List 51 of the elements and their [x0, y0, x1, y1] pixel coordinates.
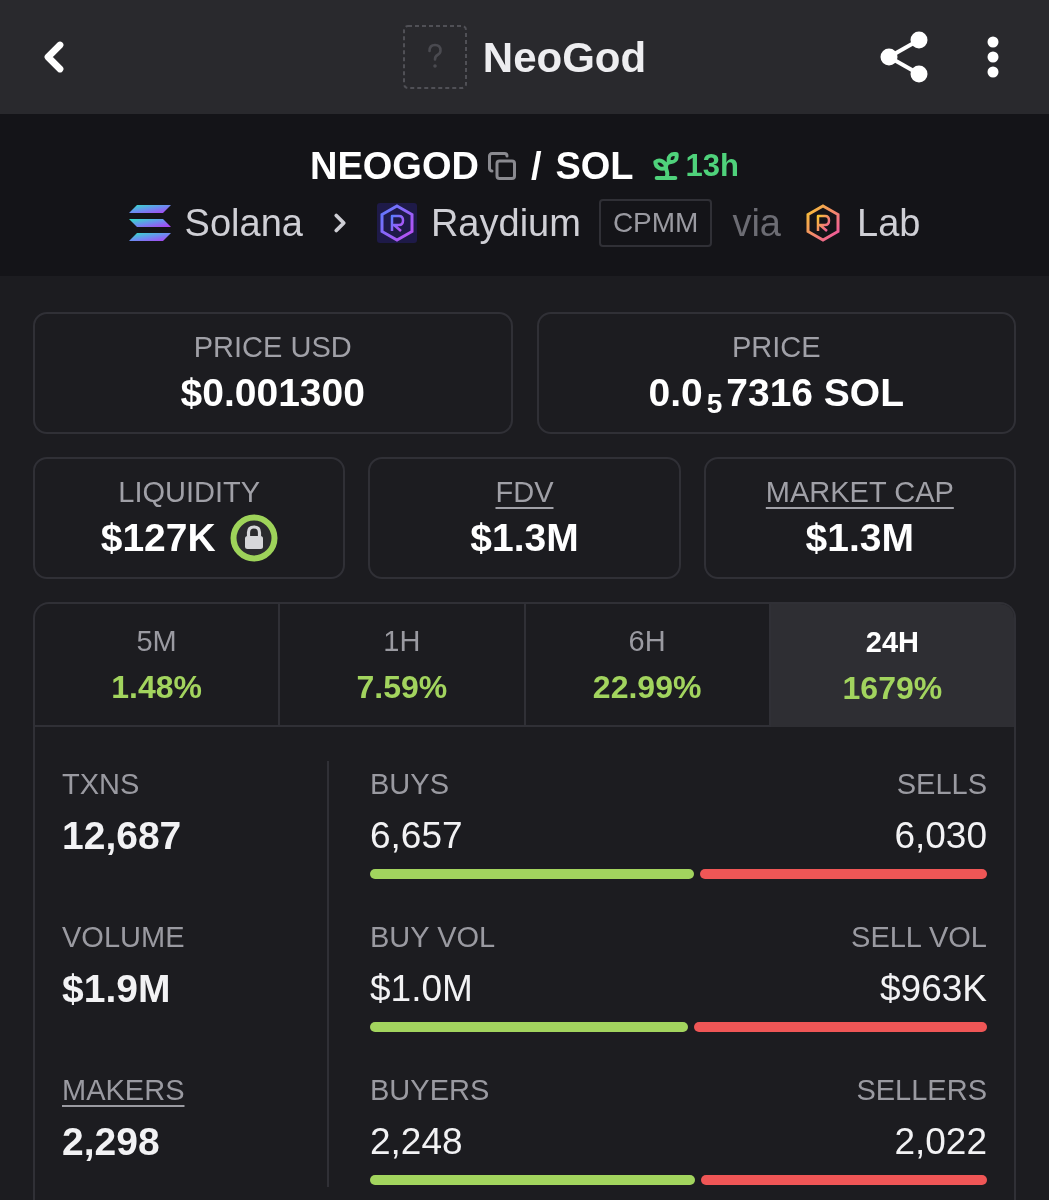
- stat-value: $1.3M: [805, 515, 914, 561]
- buy-label: BUY VOL: [370, 920, 496, 954]
- via-text: via: [732, 201, 781, 246]
- total-value: 12,687: [62, 814, 182, 858]
- total-label: TXNS: [62, 767, 140, 801]
- hexagon-logo-icon: [376, 203, 417, 243]
- total-value: $1.9M: [62, 967, 171, 1011]
- quote-symbol: SOL: [555, 144, 634, 189]
- buy-value: $1.0M: [370, 967, 473, 1011]
- image-placeholder-icon: [402, 25, 467, 89]
- total-label[interactable]: MAKERS: [62, 1073, 185, 1107]
- sell-label: SELLERS: [856, 1073, 987, 1107]
- base-symbol: NEOGOD: [310, 144, 479, 189]
- sell-label: SELLS: [896, 767, 987, 801]
- stat-value: $1.3M: [470, 515, 579, 561]
- more-vertical-icon: [987, 36, 999, 78]
- stat-value: $0.001300: [180, 370, 365, 416]
- timeframe-tab[interactable]: 5M 1.48%: [35, 604, 281, 727]
- stat-label: LIQUIDITY: [118, 475, 261, 510]
- pair-separator: /: [530, 144, 542, 189]
- pair-age: 13h: [685, 147, 739, 185]
- copy-icon: [486, 151, 517, 181]
- stat-label[interactable]: FDV: [495, 474, 554, 510]
- pool-type-badge: CPMM: [598, 199, 713, 247]
- lock-icon: [229, 514, 278, 562]
- share-button[interactable]: [879, 31, 929, 83]
- stat-label[interactable]: MARKET CAP: [765, 474, 954, 510]
- sell-label: SELL VOL: [851, 920, 987, 954]
- buy-label: BUYERS: [370, 1073, 490, 1107]
- stat-value: 0.0$_{5}$7316 SOL: [648, 370, 905, 417]
- buy-value: 2,248: [370, 1120, 463, 1164]
- chain-name[interactable]: Solana: [184, 200, 303, 246]
- stat-label: PRICE: [731, 330, 821, 365]
- timeframe-tab[interactable]: 1H 7.59%: [280, 604, 526, 727]
- sell-value: 2,022: [894, 1120, 987, 1164]
- more-button[interactable]: [987, 36, 999, 78]
- copy-button[interactable]: [486, 151, 517, 181]
- buy-value: 6,657: [370, 814, 463, 858]
- stat-label: PRICE USD: [193, 330, 352, 365]
- launchpad-name[interactable]: Lab: [857, 200, 921, 246]
- share-icon: [879, 31, 929, 83]
- dex-name[interactable]: Raydium: [430, 200, 581, 246]
- total-label: VOLUME: [62, 920, 185, 954]
- sell-value: 6,030: [894, 814, 987, 858]
- total-value: 2,298: [62, 1120, 160, 1164]
- buy-label: BUYS: [370, 767, 449, 801]
- token-title: NeoGod: [482, 32, 647, 83]
- timeframe-tab[interactable]: 24H 1679%: [770, 604, 1014, 727]
- solana-logo-icon: [128, 205, 171, 241]
- stat-value: $127K: [100, 515, 216, 561]
- sell-value: $963K: [880, 967, 987, 1011]
